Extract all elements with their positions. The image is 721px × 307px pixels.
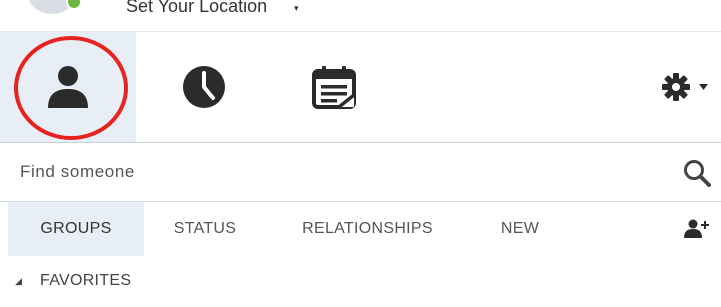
highlight-annotation-circle [14, 36, 128, 140]
group-favorites-label: FAVORITES [40, 272, 132, 289]
calendar-meeting-icon [312, 66, 356, 109]
add-contact-icon[interactable] [684, 219, 710, 239]
search-bar [0, 142, 721, 202]
contact-filter-tabs: GROUPS STATUS RELATIONSHIPS NEW [0, 202, 721, 256]
tab-relationships[interactable]: RELATIONSHIPS [280, 202, 455, 256]
tab-status[interactable]: STATUS [160, 202, 250, 256]
main-toolbar [0, 32, 721, 142]
location-caret-icon[interactable]: ▾ [294, 3, 299, 14]
set-location-link[interactable]: Set Your Location [126, 0, 267, 17]
search-icon[interactable] [683, 159, 711, 187]
group-favorites[interactable]: ◢ FAVORITES [0, 256, 721, 307]
tab-meetings[interactable] [286, 32, 382, 142]
presence-status-icon [66, 0, 82, 10]
expand-caret-icon[interactable]: ◢ [15, 276, 22, 287]
settings-button[interactable] [650, 32, 721, 142]
search-input[interactable] [20, 157, 660, 187]
chevron-down-icon [698, 84, 708, 90]
tab-groups[interactable]: GROUPS [8, 202, 144, 256]
gear-icon [661, 73, 708, 101]
clock-icon [183, 66, 225, 108]
location-bar: Set Your Location ▾ [0, 0, 721, 32]
tab-new[interactable]: NEW [480, 202, 560, 256]
tab-recent[interactable] [156, 32, 252, 142]
